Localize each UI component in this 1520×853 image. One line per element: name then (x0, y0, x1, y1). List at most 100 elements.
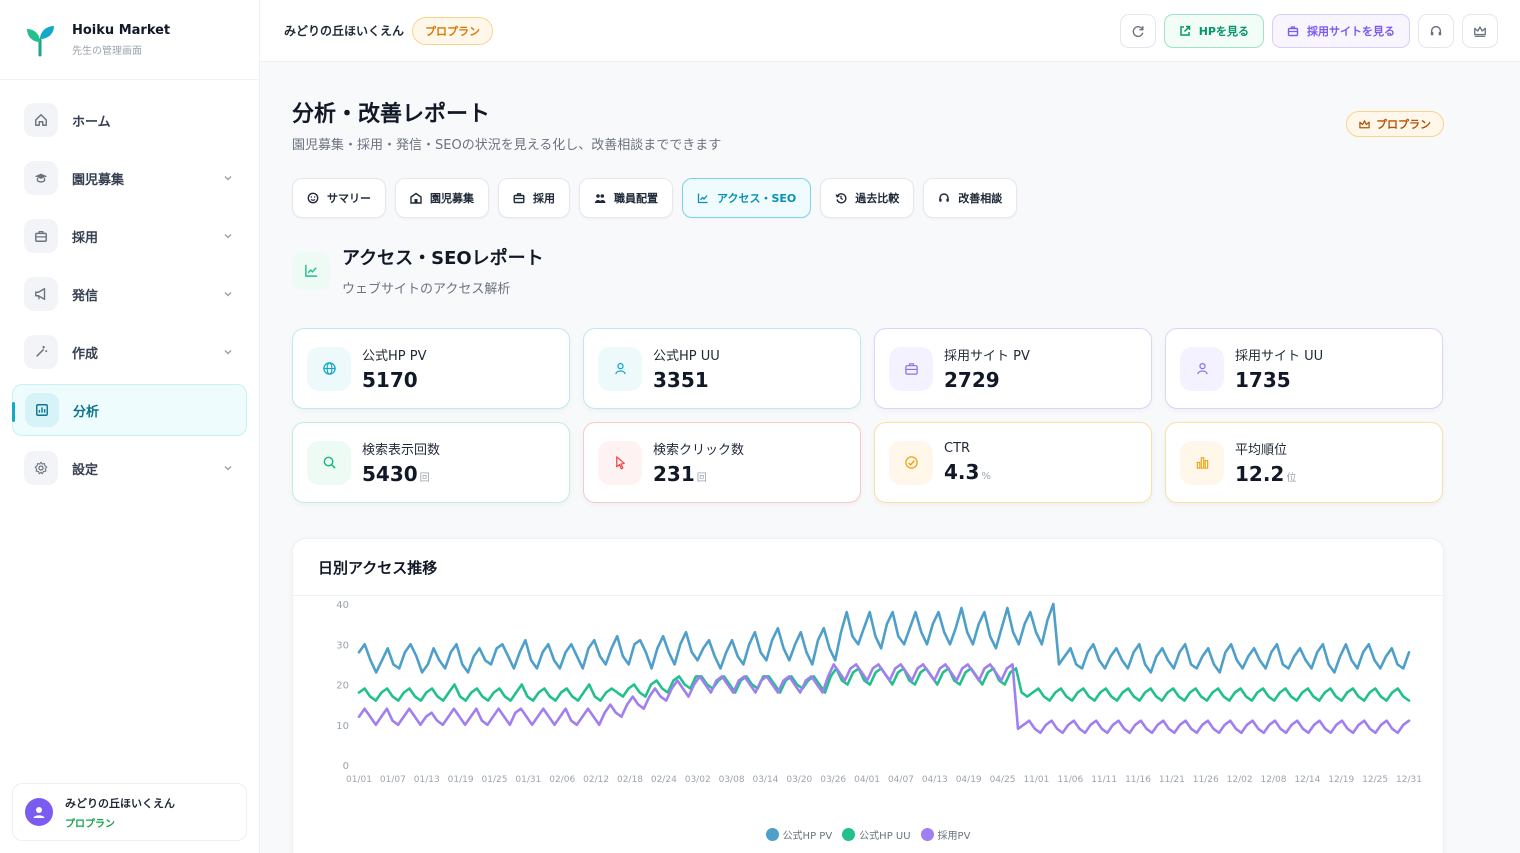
pointer-icon (598, 440, 642, 485)
x-tick-label: 02/12 (583, 775, 609, 785)
legend-swatch (842, 828, 856, 841)
tab-label: アクセス・SEO (717, 192, 797, 205)
sidebar-item-analytics[interactable]: 分析 (12, 384, 247, 436)
x-tick-label: 03/26 (820, 775, 846, 785)
x-tick-label: 11/21 (1159, 775, 1185, 785)
x-tick-label: 02/24 (651, 775, 677, 785)
globe-icon (307, 346, 351, 391)
series-line (357, 663, 1411, 735)
view-recruit-label: 採用サイトを見る (1307, 25, 1395, 38)
crown-icon (1474, 26, 1486, 37)
refresh-button[interactable] (1119, 14, 1156, 48)
x-tick-label: 11/11 (1091, 775, 1117, 785)
refresh-icon (1132, 26, 1144, 38)
nursery-name: みどりの丘ほいくえん (284, 24, 405, 38)
user-name: みどりの丘ほいくえん (65, 796, 175, 810)
metric-card: 公式HP PV 5170 (292, 328, 570, 409)
y-tick-label: 20 (336, 681, 349, 692)
tab-summary[interactable]: サマリー (292, 178, 386, 218)
x-tick-label: 02/06 (549, 775, 575, 785)
tab-staff-placement[interactable]: 職員配置 (579, 178, 673, 218)
legend-item[interactable]: 公式HP UU (842, 827, 911, 842)
trend-icon (292, 251, 330, 290)
x-tick-label: 12/31 (1396, 775, 1422, 785)
tab-history-compare[interactable]: 過去比較 (820, 178, 915, 218)
sidebar-item-settings[interactable]: 設定 (12, 442, 247, 494)
sidebar-item-enrollment[interactable]: 園児募集 (12, 152, 247, 204)
pro-plan-badge: プロプラン (1346, 111, 1444, 137)
sidebar-item-label: 発信 (72, 288, 99, 304)
metric-card: 採用サイト UU 1735 (1165, 328, 1443, 409)
x-tick-label: 04/07 (888, 775, 914, 785)
brand[interactable]: Hoiku Market 先生の管理画面 (0, 0, 259, 80)
metric-card: 検索表示回数 5430 回 (292, 422, 570, 503)
legend-item[interactable]: 公式HP PV (765, 827, 832, 842)
user-icon (33, 807, 45, 818)
metric-card: 検索クリック数 231 回 (583, 422, 861, 503)
metric-value: 12.2 位 (1235, 462, 1297, 486)
sidebar-item-create[interactable]: 作成 (12, 326, 247, 378)
chevron-down-icon (224, 175, 232, 181)
legend-swatch (765, 828, 779, 841)
user-icon (598, 346, 642, 391)
tab-access-seo[interactable]: アクセス・SEO (682, 178, 812, 218)
metric-label: 採用サイト PV (944, 349, 1030, 364)
metric-card: 採用サイト PV 2729 (874, 328, 1152, 409)
plan-crown-button[interactable] (1462, 14, 1498, 48)
home-icon (24, 103, 58, 137)
megaphone-icon (24, 277, 58, 311)
x-tick-label: 03/08 (719, 775, 745, 785)
section-subtitle: ウェブサイトのアクセス解析 (342, 282, 511, 297)
avatar (25, 798, 53, 826)
sidebar-item-broadcast[interactable]: 発信 (12, 268, 247, 320)
x-tick-label: 11/16 (1125, 775, 1151, 785)
briefcase-icon (889, 346, 933, 391)
x-tick-label: 03/02 (685, 775, 711, 785)
metric-value: 3351 (653, 368, 709, 392)
tab-enrollment[interactable]: 園児募集 (395, 178, 489, 218)
sidebar-nav: ホーム 園児募集 採用 発信 作成 分析 設定 (0, 80, 259, 494)
tab-recruit[interactable]: 採用 (498, 178, 570, 218)
pro-plan-label: プロプラン (1376, 118, 1431, 131)
x-tick-label: 12/25 (1362, 775, 1388, 785)
x-tick-label: 01/01 (346, 775, 372, 785)
sidebar-item-label: ホーム (72, 114, 111, 130)
metric-label: 平均順位 (1235, 443, 1288, 458)
y-tick-label: 30 (336, 640, 349, 651)
metric-label: 検索表示回数 (362, 443, 441, 458)
x-tick-label: 11/26 (1193, 775, 1219, 785)
metric-card: 平均順位 12.2 位 (1165, 422, 1443, 503)
view-hp-button[interactable]: HPを見る (1163, 14, 1264, 48)
view-recruit-site-button[interactable]: 採用サイトを見る (1272, 14, 1410, 48)
sidebar-item-label: 作成 (72, 346, 99, 362)
tab-consultation[interactable]: 改善相談 (923, 178, 1018, 218)
legend-item[interactable]: 採用PV (920, 827, 970, 842)
divider (293, 595, 1443, 596)
chevron-down-icon (224, 349, 232, 355)
metric-value: 2729 (944, 368, 1000, 392)
x-tick-label: 03/14 (752, 775, 778, 785)
metric-value: 4.3% (944, 460, 991, 484)
sidebar-item-home[interactable]: ホーム (12, 94, 247, 146)
external-link-icon (1179, 25, 1190, 36)
support-button[interactable] (1418, 14, 1454, 48)
view-hp-label: HPを見る (1198, 25, 1249, 38)
legend-swatch (920, 828, 934, 841)
x-tick-label: 12/14 (1294, 775, 1320, 785)
metric-card: CTR 4.3% (874, 422, 1152, 503)
active-indicator (12, 402, 15, 422)
y-tick-label: 10 (336, 721, 349, 732)
user-card[interactable]: みどりの丘ほいくえん プロプラン (12, 783, 247, 841)
metric-label: 検索クリック数 (653, 443, 745, 458)
graduation-cap-icon (24, 161, 58, 195)
crown-icon (1359, 119, 1370, 128)
chart-title: 日別アクセス推移 (318, 559, 438, 577)
topbar: みどりの丘ほいくえん プロプラン HPを見る 採用サイトを見る (260, 0, 1520, 62)
sidebar-item-recruit[interactable]: 採用 (12, 210, 247, 262)
trend-icon (697, 193, 708, 204)
x-tick-label: 01/07 (380, 775, 406, 785)
x-tick-label: 01/31 (515, 775, 541, 785)
legend-label: 公式HP UU (859, 831, 911, 842)
section-title: アクセス・SEOレポート (342, 248, 544, 269)
metric-value: 5170 (362, 368, 418, 392)
